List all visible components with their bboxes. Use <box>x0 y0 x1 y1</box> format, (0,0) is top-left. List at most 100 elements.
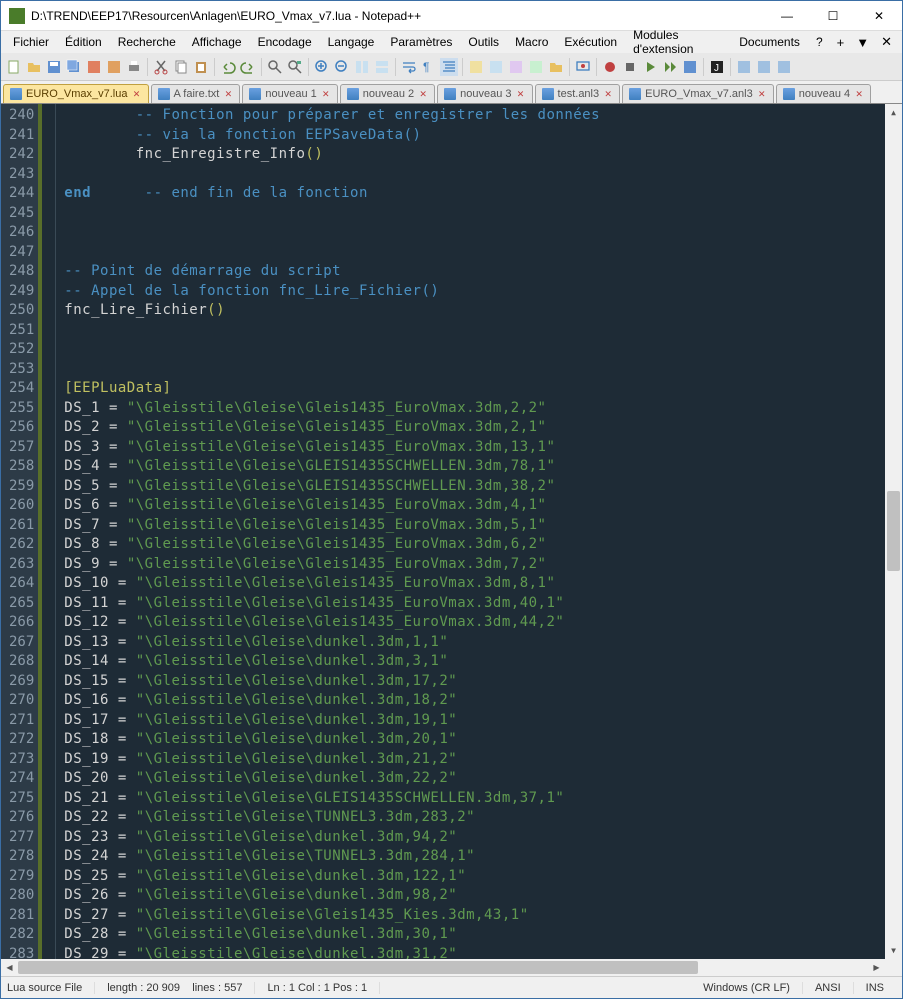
code-line[interactable]: DS_8 = "\Gleisstile\Gleise\Gleis1435_Eur… <box>64 535 877 555</box>
code-line[interactable]: DS_5 = "\Gleisstile\Gleise\GLEIS1435SCHW… <box>64 477 877 497</box>
menu-settings[interactable]: Paramètres <box>382 33 460 51</box>
code-line[interactable]: fnc_Enregistre_Info() <box>64 145 877 165</box>
tab-close-icon[interactable]: ✕ <box>321 89 331 99</box>
blue3-icon[interactable] <box>775 58 793 76</box>
code-line[interactable]: DS_10 = "\Gleisstile\Gleise\Gleis1435_Eu… <box>64 574 877 594</box>
scroll-track[interactable] <box>885 121 902 942</box>
code-line[interactable]: DS_17 = "\Gleisstile\Gleise\dunkel.3dm,1… <box>64 711 877 731</box>
maximize-button[interactable]: ☐ <box>810 1 856 31</box>
play-icon[interactable] <box>641 58 659 76</box>
new-file-icon[interactable] <box>5 58 23 76</box>
code-line[interactable]: -- via la fonction EEPSaveData() <box>64 126 877 146</box>
code-line[interactable]: fnc_Lire_Fichier() <box>64 301 877 321</box>
tab-close-icon[interactable]: ✕ <box>132 89 142 99</box>
scroll-right-button[interactable]: ▶ <box>868 959 885 976</box>
code-line[interactable]: DS_15 = "\Gleisstile\Gleise\dunkel.3dm,1… <box>64 672 877 692</box>
tab-4[interactable]: nouveau 3✕ <box>437 84 532 103</box>
code-line[interactable]: -- Point de démarrage du script <box>64 262 877 282</box>
scroll-left-button[interactable]: ◀ <box>1 959 18 976</box>
print-icon[interactable] <box>125 58 143 76</box>
find-icon[interactable] <box>266 58 284 76</box>
close-all-icon[interactable] <box>105 58 123 76</box>
scroll-up-button[interactable]: ▲ <box>885 104 902 121</box>
code-line[interactable]: DS_27 = "\Gleisstile\Gleise\Gleis1435_Ki… <box>64 906 877 926</box>
code-line[interactable]: end -- end fin de la fonction <box>64 184 877 204</box>
menu-language[interactable]: Langage <box>320 33 383 51</box>
menu-dropdown[interactable]: ▼ <box>850 33 875 52</box>
tab-3[interactable]: nouveau 2✕ <box>340 84 435 103</box>
func-list-icon[interactable] <box>527 58 545 76</box>
code-line[interactable] <box>64 243 877 263</box>
vertical-scrollbar[interactable]: ▲ ▼ <box>885 104 902 959</box>
save-all-icon[interactable] <box>65 58 83 76</box>
code-line[interactable]: DS_2 = "\Gleisstile\Gleise\Gleis1435_Eur… <box>64 418 877 438</box>
doc-map-icon[interactable] <box>487 58 505 76</box>
zoom-out-icon[interactable] <box>333 58 351 76</box>
code-line[interactable] <box>64 321 877 341</box>
code-line[interactable]: -- Appel de la fonction fnc_Lire_Fichier… <box>64 282 877 302</box>
tab-0[interactable]: EURO_Vmax_v7.lua✕ <box>3 84 149 103</box>
status-encoding[interactable]: ANSI <box>803 982 854 994</box>
sync-h-icon[interactable] <box>373 58 391 76</box>
scroll-thumb[interactable] <box>887 491 900 571</box>
tab-6[interactable]: EURO_Vmax_v7.anl3✕ <box>622 84 774 103</box>
close-file-icon[interactable] <box>85 58 103 76</box>
tab-close-icon[interactable]: ✕ <box>223 89 233 99</box>
record-icon[interactable] <box>601 58 619 76</box>
menu-view[interactable]: Affichage <box>184 33 250 51</box>
tab-close-icon[interactable]: ✕ <box>757 89 767 99</box>
tab-1[interactable]: A faire.txt✕ <box>151 84 241 103</box>
wordwrap-icon[interactable] <box>400 58 418 76</box>
undo-icon[interactable] <box>219 58 237 76</box>
code-line[interactable]: DS_25 = "\Gleisstile\Gleise\dunkel.3dm,1… <box>64 867 877 887</box>
code-line[interactable]: DS_19 = "\Gleisstile\Gleise\dunkel.3dm,2… <box>64 750 877 770</box>
menu-run[interactable]: Exécution <box>556 33 625 51</box>
code-line[interactable]: DS_20 = "\Gleisstile\Gleise\dunkel.3dm,2… <box>64 769 877 789</box>
menu-encoding[interactable]: Encodage <box>250 33 320 51</box>
replace-icon[interactable] <box>286 58 304 76</box>
code-line[interactable]: DS_1 = "\Gleisstile\Gleise\Gleis1435_Eur… <box>64 399 877 419</box>
menu-macro[interactable]: Macro <box>507 33 556 51</box>
j-icon[interactable]: J <box>708 58 726 76</box>
open-file-icon[interactable] <box>25 58 43 76</box>
code-line[interactable]: DS_3 = "\Gleisstile\Gleise\Gleis1435_Eur… <box>64 438 877 458</box>
zoom-in-icon[interactable] <box>313 58 331 76</box>
close-button[interactable]: ✕ <box>856 1 902 31</box>
tab-close-icon[interactable]: ✕ <box>854 89 864 99</box>
folder-icon[interactable] <box>547 58 565 76</box>
tab-close-icon[interactable]: ✕ <box>603 89 613 99</box>
tab-7[interactable]: nouveau 4✕ <box>776 84 871 103</box>
scroll-h-thumb[interactable] <box>18 961 698 974</box>
code-line[interactable]: DS_24 = "\Gleisstile\Gleise\TUNNEL3.3dm,… <box>64 847 877 867</box>
scroll-h-track[interactable] <box>18 959 868 976</box>
menu-edit[interactable]: Édition <box>57 33 110 51</box>
code-line[interactable] <box>64 223 877 243</box>
scroll-down-button[interactable]: ▼ <box>885 942 902 959</box>
code-line[interactable]: [EEPLuaData] <box>64 379 877 399</box>
horizontal-scrollbar[interactable]: ◀ ▶ <box>1 959 902 976</box>
code-line[interactable]: DS_12 = "\Gleisstile\Gleise\Gleis1435_Eu… <box>64 613 877 633</box>
tab-2[interactable]: nouveau 1✕ <box>242 84 337 103</box>
fold-column[interactable] <box>42 104 56 959</box>
doc-list-icon[interactable] <box>507 58 525 76</box>
menu-documents[interactable]: Documents <box>731 33 808 51</box>
cut-icon[interactable] <box>152 58 170 76</box>
code-line[interactable] <box>64 360 877 380</box>
code-content[interactable]: -- Fonction pour préparer et enregistrer… <box>56 104 885 959</box>
copy-icon[interactable] <box>172 58 190 76</box>
code-line[interactable]: DS_13 = "\Gleisstile\Gleise\dunkel.3dm,1… <box>64 633 877 653</box>
code-line[interactable]: DS_23 = "\Gleisstile\Gleise\dunkel.3dm,9… <box>64 828 877 848</box>
code-line[interactable]: DS_21 = "\Gleisstile\Gleise\GLEIS1435SCH… <box>64 789 877 809</box>
menu-file[interactable]: Fichier <box>5 33 57 51</box>
tab-close-icon[interactable]: ✕ <box>516 89 526 99</box>
redo-icon[interactable] <box>239 58 257 76</box>
sync-v-icon[interactable] <box>353 58 371 76</box>
status-eol[interactable]: Windows (CR LF) <box>691 982 803 994</box>
code-line[interactable]: DS_7 = "\Gleisstile\Gleise\Gleis1435_Eur… <box>64 516 877 536</box>
code-line[interactable]: DS_6 = "\Gleisstile\Gleise\Gleis1435_Eur… <box>64 496 877 516</box>
code-line[interactable]: DS_4 = "\Gleisstile\Gleise\GLEIS1435SCHW… <box>64 457 877 477</box>
code-line[interactable] <box>64 204 877 224</box>
indent-guide-icon[interactable] <box>440 58 458 76</box>
lang-icon[interactable] <box>467 58 485 76</box>
code-line[interactable]: DS_16 = "\Gleisstile\Gleise\dunkel.3dm,1… <box>64 691 877 711</box>
